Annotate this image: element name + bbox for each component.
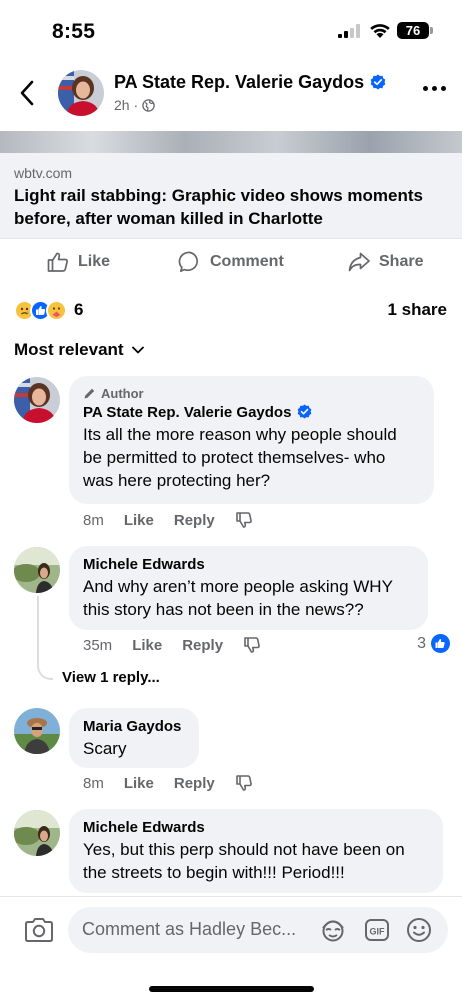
- comment-reply-button[interactable]: Reply: [174, 775, 215, 792]
- comment-bubble[interactable]: Michele Edwards And why aren’t more peop…: [69, 546, 428, 630]
- comment-actions: 8m Like Reply: [83, 511, 253, 529]
- comment-text: Its all the more reason why people shoul…: [83, 425, 397, 490]
- comment-author[interactable]: Michele Edwards: [83, 819, 429, 836]
- page-avatar[interactable]: [58, 70, 104, 116]
- comment-text: Scary: [83, 739, 127, 758]
- reaction-count: 6: [74, 300, 84, 319]
- comment-author[interactable]: Maria Gaydos: [83, 718, 185, 735]
- post-time: 2h: [114, 97, 130, 113]
- page-name[interactable]: PA State Rep. Valerie Gaydos: [114, 72, 386, 93]
- comment-avatar[interactable]: [14, 810, 60, 856]
- battery-tip: [430, 27, 433, 34]
- author-tag-label: Author: [101, 386, 144, 401]
- comment-input-placeholder: Comment as Hadley Bec...: [82, 919, 297, 939]
- comment-time: 8m: [83, 774, 104, 792]
- home-indicator: [149, 986, 314, 992]
- comment-label: Comment: [210, 253, 284, 270]
- comment-bubble[interactable]: Maria Gaydos Scary: [69, 708, 199, 768]
- status-time: 8:55: [52, 20, 96, 43]
- chevron-down-icon: [131, 346, 144, 354]
- share-label: Share: [379, 253, 424, 270]
- share-arrow-icon: [348, 252, 370, 272]
- back-arrow-icon[interactable]: [14, 76, 42, 110]
- post-meta: 2h ·: [114, 97, 155, 113]
- cellular-signal-icon: [338, 24, 360, 38]
- pencil-icon: [84, 388, 95, 399]
- verified-badge-icon: [298, 404, 312, 419]
- comment-like-button[interactable]: Like: [132, 637, 162, 654]
- avatar-sticker-icon[interactable]: [319, 917, 347, 943]
- status-bar: 8:55 76: [0, 0, 462, 58]
- comment-avatar[interactable]: [14, 377, 60, 423]
- comment-like-count[interactable]: 3: [417, 634, 450, 653]
- care-reaction-icon: [46, 299, 67, 321]
- link-preview-card[interactable]: wbtv.com Light rail stabbing: Graphic vi…: [0, 153, 462, 239]
- like-button[interactable]: Like: [46, 250, 110, 274]
- comment-avatar[interactable]: [14, 708, 60, 754]
- comment-like-count-value: 3: [417, 634, 426, 652]
- thumbs-down-icon[interactable]: [235, 774, 253, 792]
- comment-bubble[interactable]: Michele Edwards Yes, but this perp shoul…: [69, 809, 443, 893]
- like-reaction-icon: [431, 634, 450, 653]
- thumbs-down-icon[interactable]: [243, 636, 261, 654]
- gif-icon[interactable]: GIF: [364, 917, 390, 943]
- reply-thread-line: [37, 596, 53, 680]
- comment-bubble-icon: [178, 251, 199, 273]
- post-header: PA State Rep. Valerie Gaydos 2h ·: [0, 62, 462, 124]
- comment-actions: 8m Like Reply: [83, 774, 253, 792]
- comment-button[interactable]: Comment: [178, 250, 284, 274]
- comment-reply-button[interactable]: Reply: [174, 512, 215, 529]
- comment-reply-button[interactable]: Reply: [182, 637, 223, 654]
- more-options-icon[interactable]: [423, 86, 446, 91]
- comment-like-button[interactable]: Like: [124, 775, 154, 792]
- meta-separator: ·: [133, 97, 139, 113]
- thumbs-up-icon: [47, 252, 68, 272]
- sort-label: Most relevant: [14, 340, 124, 359]
- comment-time: 8m: [83, 511, 104, 529]
- page-name-text: PA State Rep. Valerie Gaydos: [114, 72, 365, 92]
- share-button[interactable]: Share: [347, 250, 423, 274]
- comment-like-button[interactable]: Like: [124, 512, 154, 529]
- link-title: Light rail stabbing: Graphic video shows…: [14, 186, 423, 228]
- comment-author[interactable]: PA State Rep. Valerie Gaydos: [83, 404, 420, 421]
- author-badge: Author: [83, 386, 420, 401]
- comment-text: And why aren’t more people asking WHY th…: [83, 577, 393, 619]
- comment-composer-bar: Comment as Hadley Bec... GIF: [0, 896, 462, 1000]
- comment-avatar[interactable]: [14, 547, 60, 593]
- svg-text:GIF: GIF: [370, 927, 386, 937]
- comment-sort-dropdown[interactable]: Most relevant: [14, 340, 144, 360]
- like-label: Like: [78, 253, 111, 270]
- view-replies-link[interactable]: View 1 reply...: [62, 669, 160, 686]
- emoji-icon[interactable]: [406, 917, 432, 943]
- comment-author[interactable]: Michele Edwards: [83, 556, 414, 573]
- comment-text: Yes, but this perp should not have been …: [83, 840, 405, 882]
- comment-author-name: PA State Rep. Valerie Gaydos: [83, 404, 292, 421]
- post-action-bar: Like Comment Share: [0, 244, 462, 282]
- share-count[interactable]: 1 share: [387, 300, 447, 320]
- battery-indicator: 76: [397, 22, 429, 39]
- link-domain: wbtv.com: [14, 165, 73, 181]
- comment-time: 35m: [83, 636, 113, 654]
- thumbs-down-icon[interactable]: [235, 511, 253, 529]
- globe-icon: [142, 99, 155, 112]
- camera-icon[interactable]: [24, 917, 54, 943]
- comment-bubble[interactable]: Author PA State Rep. Valerie Gaydos Its …: [69, 376, 434, 504]
- wifi-icon: [370, 24, 390, 38]
- link-preview-image[interactable]: [0, 131, 462, 153]
- reactions-summary[interactable]: 6: [14, 298, 83, 322]
- comment-input[interactable]: Comment as Hadley Bec... GIF: [68, 907, 448, 953]
- verified-badge-icon: [370, 74, 386, 90]
- comment-actions: 35m Like Reply: [83, 636, 261, 654]
